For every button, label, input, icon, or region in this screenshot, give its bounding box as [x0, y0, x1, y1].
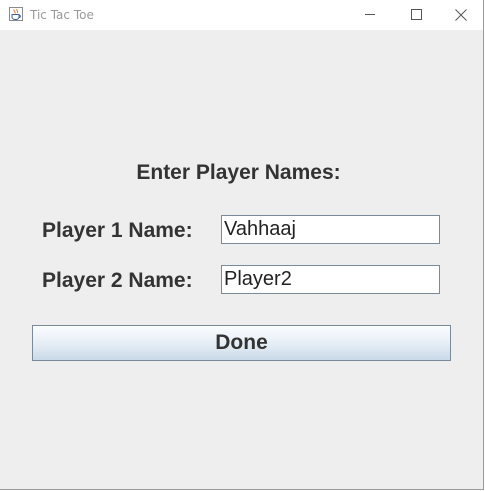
player2-label: Player 2 Name:: [42, 269, 193, 292]
close-button[interactable]: [438, 0, 484, 30]
java-cup-icon: [8, 6, 24, 22]
form-heading: Enter Player Names:: [136, 161, 341, 184]
player1-label: Player 1 Name:: [42, 219, 193, 242]
app-window: Tic Tac Toe Enter Player Names: Player 1…: [0, 0, 484, 490]
done-button[interactable]: Done: [32, 325, 451, 361]
player1-name-field[interactable]: [221, 215, 440, 244]
minimize-button[interactable]: [347, 0, 393, 30]
window-title: Tic Tac Toe: [30, 8, 94, 22]
maximize-button[interactable]: [393, 0, 439, 30]
content-panel: Enter Player Names: Player 1 Name: Playe…: [0, 30, 483, 489]
title-bar[interactable]: Tic Tac Toe: [0, 0, 483, 30]
player2-name-field[interactable]: [221, 265, 440, 294]
